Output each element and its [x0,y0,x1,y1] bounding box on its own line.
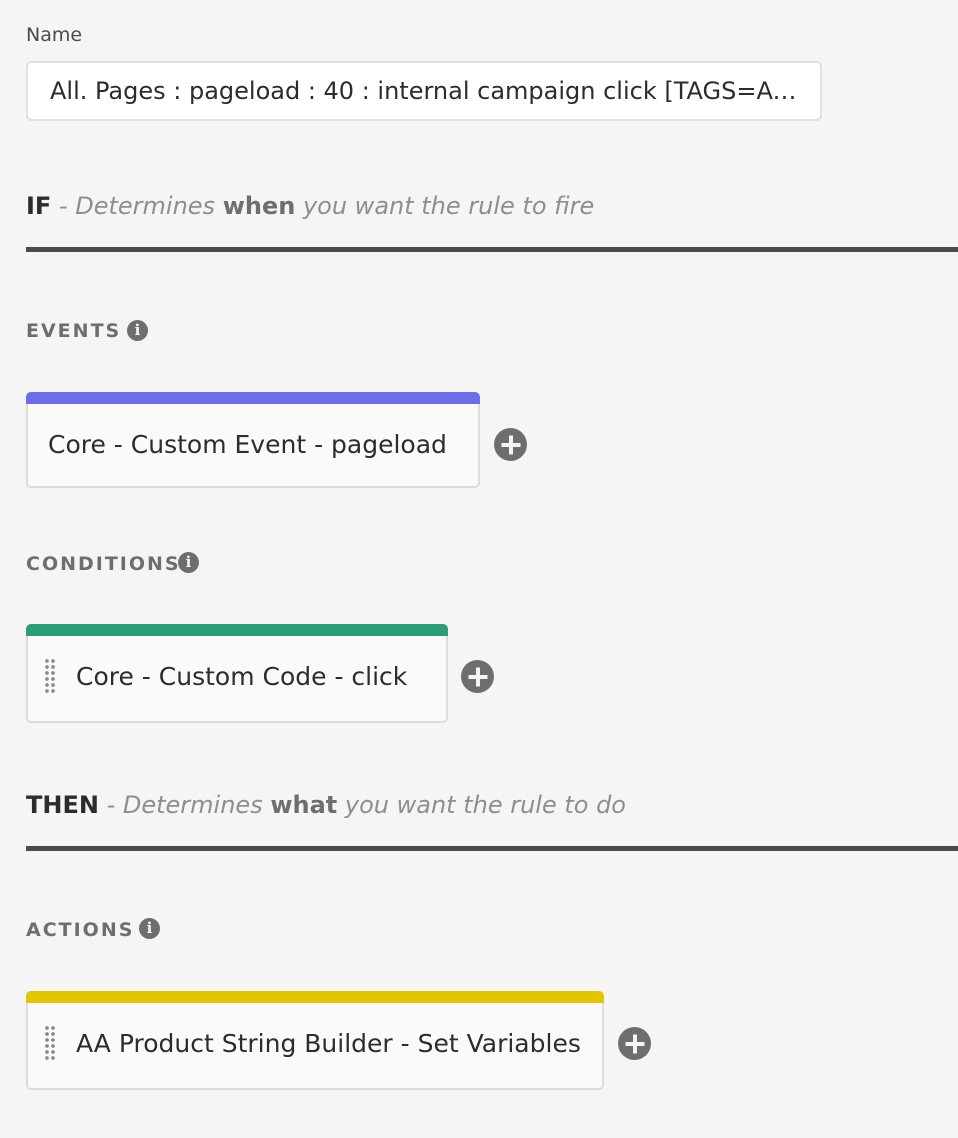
if-heading: IF - Determines when you want the rule t… [26,192,594,220]
conditions-info-icon[interactable]: i [178,552,199,573]
actions-info-icon[interactable]: i [139,918,160,939]
drag-handle-icon[interactable] [44,1025,56,1061]
if-description-prefix: - Determines [51,192,223,220]
events-heading: EVENTS [26,320,122,342]
then-divider [26,846,958,851]
then-description-emphasis: what [270,791,338,819]
action-card-label: AA Product String Builder - Set Variable… [76,1029,581,1058]
action-card-color-bar [26,991,604,1003]
event-card-color-bar [26,392,480,404]
conditions-heading: CONDITIONS [26,553,181,575]
add-event-button[interactable] [494,428,527,461]
add-condition-button[interactable] [461,660,494,693]
condition-card[interactable]: Core - Custom Code - click [26,624,448,723]
name-label: Name [26,24,83,46]
if-keyword: IF [26,192,52,220]
actions-heading: ACTIONS [26,919,135,941]
then-keyword: THEN [26,791,99,819]
if-divider [26,247,958,252]
condition-card-color-bar [26,624,448,636]
if-description-emphasis: when [222,192,296,220]
action-card[interactable]: AA Product String Builder - Set Variable… [26,991,604,1090]
then-description-prefix: - Determines [98,791,271,819]
drag-handle-icon[interactable] [44,658,56,694]
then-description-suffix: you want the rule to do [337,791,626,819]
add-action-button[interactable] [618,1027,651,1060]
if-description-suffix: you want the rule to fire [295,192,595,220]
event-card[interactable]: Core - Custom Event - pageload [26,392,480,488]
then-heading: THEN - Determines what you want the rule… [26,791,626,819]
name-input[interactable] [26,61,822,121]
events-info-icon[interactable]: i [127,320,148,341]
event-card-label: Core - Custom Event - pageload [48,430,447,459]
condition-card-label: Core - Custom Code - click [76,662,408,691]
